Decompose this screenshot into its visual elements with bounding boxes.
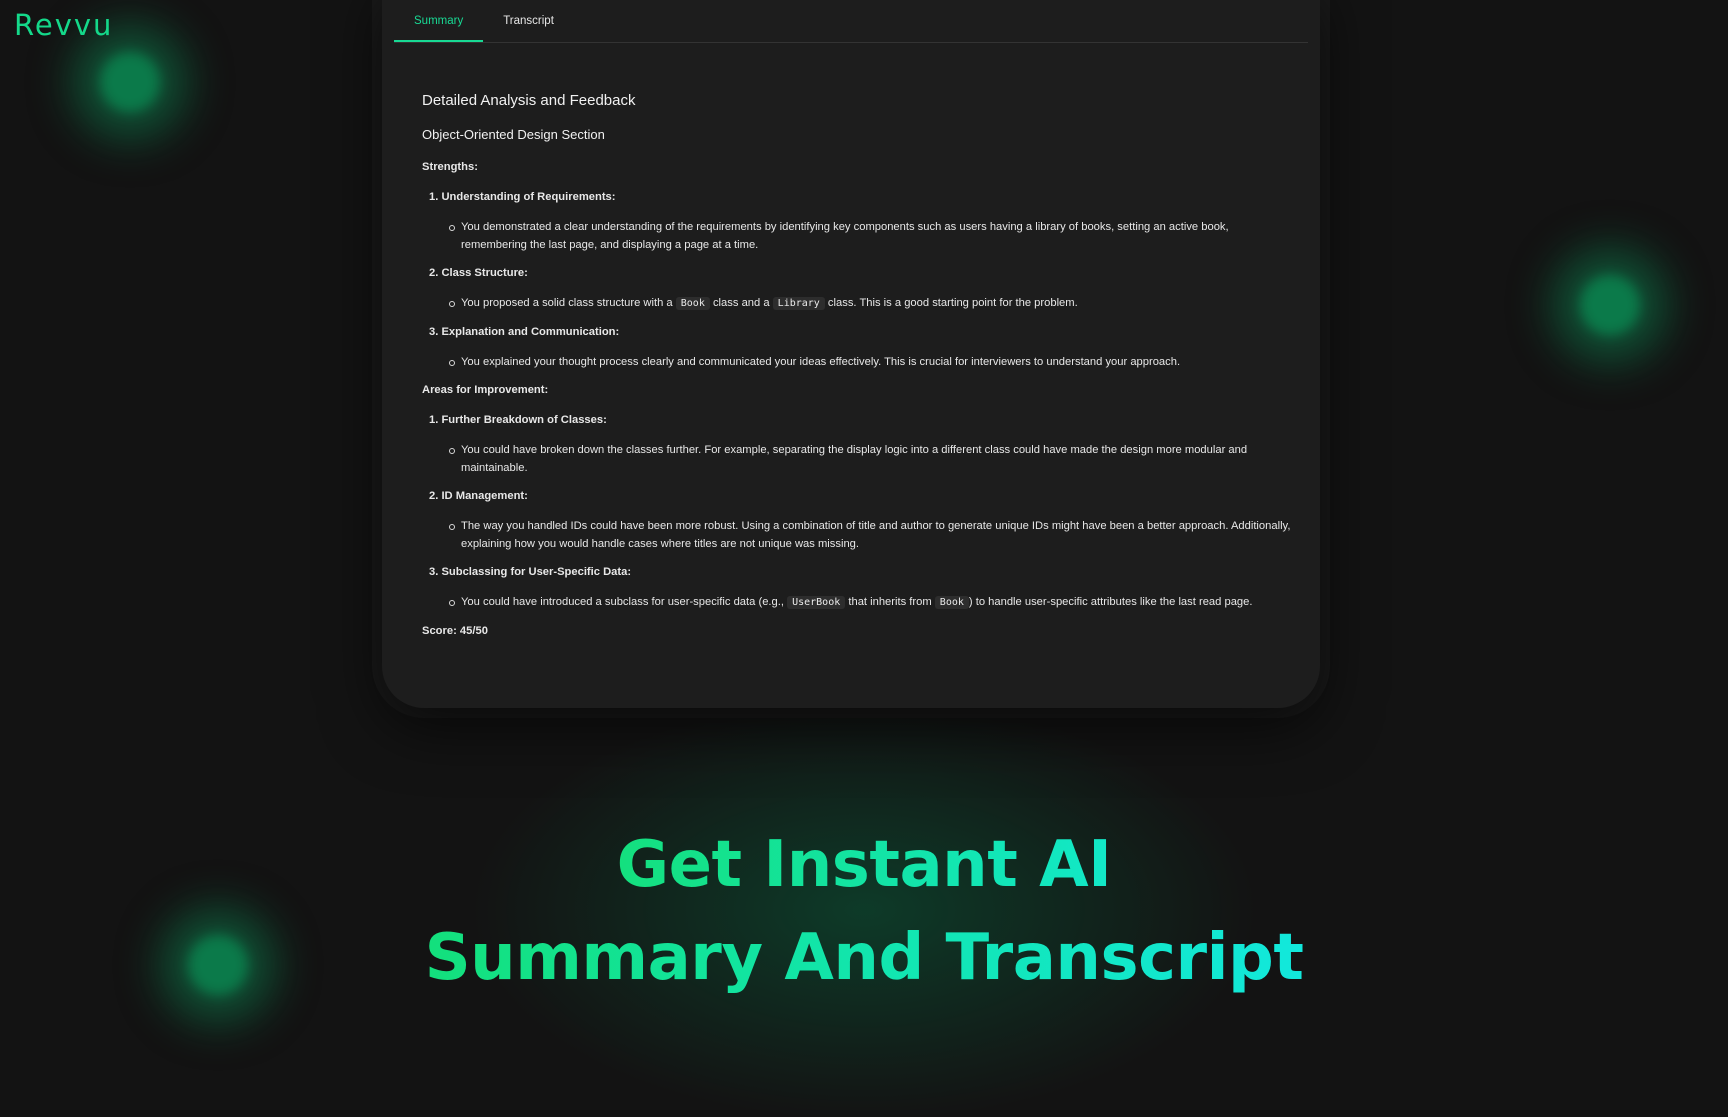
item-number: 1.: [429, 414, 439, 426]
item-number: 1.: [429, 191, 439, 203]
score: Score: 45/50: [422, 625, 488, 637]
strength-detail: You proposed a solid class structure wit…: [422, 294, 1292, 313]
section-title: Object-Oriented Design Section: [422, 127, 605, 142]
improvement-item: 3. Subclassing for User-Specific Data:: [422, 563, 1292, 581]
background-glow: [1580, 275, 1640, 335]
strength-detail: You demonstrated a clear understanding o…: [422, 218, 1292, 254]
tab-transcript[interactable]: Transcript: [483, 0, 574, 42]
strength-detail: You explained your thought process clear…: [422, 353, 1292, 371]
brand-logo[interactable]: Revvu: [14, 8, 113, 42]
detail-text: that inherits from: [845, 596, 935, 608]
summary-content: Detailed Analysis and Feedback Object-Or…: [422, 92, 1292, 652]
item-title: Subclassing for User-Specific Data:: [441, 566, 632, 578]
detail-text: You proposed a solid class structure wit…: [461, 297, 676, 309]
background-glow: [100, 52, 160, 112]
detail-text: class and a: [709, 297, 773, 309]
improvement-detail: The way you handled IDs could have been …: [422, 517, 1292, 553]
strengths-heading: Strengths:: [422, 161, 478, 173]
code-userbook: UserBook: [787, 596, 846, 609]
strength-item: 3. Explanation and Communication:: [422, 323, 1292, 341]
item-title: Further Breakdown of Classes:: [441, 414, 607, 426]
improvement-item: 2. ID Management:: [422, 487, 1292, 505]
summary-title: Detailed Analysis and Feedback: [422, 92, 636, 109]
page: Revvu Summary Transcript Detailed Analys…: [0, 0, 1728, 1117]
detail-text: ) to handle user-specific attributes lik…: [968, 596, 1253, 608]
detail-text: class. This is a good starting point for…: [824, 297, 1078, 309]
headline-text: Summary And Transcript: [424, 921, 1304, 995]
strength-item: 1. Understanding of Requirements:: [422, 188, 1292, 206]
improvement-detail: You could have introduced a subclass for…: [422, 593, 1292, 612]
headline-line-1: Get Instant AI: [0, 825, 1728, 905]
tab-bar: Summary Transcript: [394, 0, 1308, 43]
detail-text: You could have introduced a subclass for…: [461, 596, 788, 608]
item-title: Explanation and Communication:: [441, 326, 620, 338]
code-book: Book: [675, 297, 710, 310]
tab-summary[interactable]: Summary: [394, 0, 484, 42]
item-number: 3.: [429, 326, 439, 338]
item-number: 2.: [429, 267, 439, 279]
strength-item: 2. Class Structure:: [422, 264, 1292, 282]
code-library: Library: [772, 297, 825, 310]
improvement-item: 1. Further Breakdown of Classes:: [422, 411, 1292, 429]
item-number: 2.: [429, 490, 439, 502]
item-title: Understanding of Requirements:: [441, 191, 616, 203]
item-number: 3.: [429, 566, 439, 578]
headline-text: Get Instant AI: [616, 828, 1112, 902]
headline-line-2: Summary And Transcript: [0, 918, 1728, 998]
improvement-detail: You could have broken down the classes f…: [422, 441, 1292, 477]
improvements-heading: Areas for Improvement:: [422, 384, 549, 396]
code-book: Book: [934, 596, 969, 609]
item-title: Class Structure:: [441, 267, 528, 279]
summary-card: Summary Transcript Detailed Analysis and…: [382, 0, 1320, 708]
item-title: ID Management:: [441, 490, 528, 502]
